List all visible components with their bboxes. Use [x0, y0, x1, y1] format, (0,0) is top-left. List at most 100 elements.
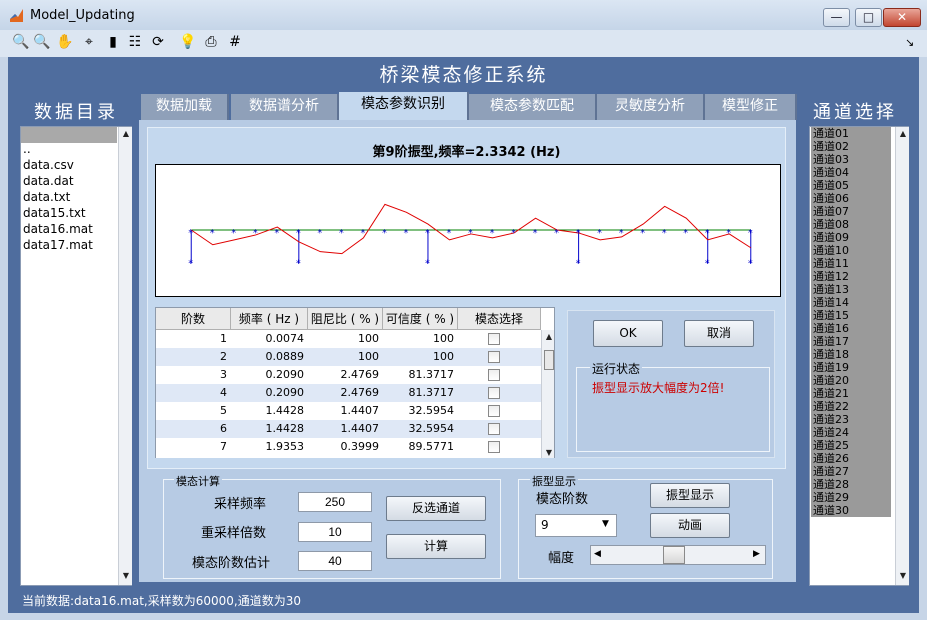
scroll-up-icon[interactable]: ▲ — [119, 129, 133, 138]
channel-list-item[interactable]: 通道17 — [811, 335, 891, 348]
file-list-item[interactable]: data.dat — [21, 173, 117, 189]
amplitude-slider[interactable]: ◀ ▶ — [590, 545, 766, 565]
pan-hand-icon[interactable]: ✋ — [55, 32, 75, 52]
channel-list-item[interactable]: 通道05 — [811, 179, 891, 192]
channel-list-item[interactable]: 通道01 — [811, 127, 891, 140]
lightbulb-icon[interactable]: 💡 — [178, 32, 198, 52]
channel-list-item[interactable]: 通道19 — [811, 361, 891, 374]
mode-select-checkbox[interactable] — [488, 351, 500, 363]
toolbar-overflow-icon[interactable]: ↘ — [905, 36, 914, 49]
mode-order-select[interactable]: 9 ▼ — [535, 514, 617, 537]
legend-icon[interactable]: ☷ — [125, 32, 145, 52]
table-row[interactable]: 7 1.9353 0.3999 89.5771 — [156, 438, 541, 456]
table-row[interactable]: 6 1.4428 1.4407 32.5954 — [156, 420, 541, 438]
channel-list[interactable]: 通道01 通道02 通道03 通道04 通道05 通道06 通道07 通道08 通道09 通道10… — [809, 126, 909, 586]
channel-list-scrollbar[interactable]: ▲ ▼ — [895, 127, 909, 585]
channel-list-item[interactable]: 通道11 — [811, 257, 891, 270]
ok-button[interactable]: OK — [593, 320, 663, 347]
maximize-button[interactable]: □ — [855, 8, 882, 27]
table-scrollbar[interactable]: ▲ ▼ — [541, 330, 554, 458]
mode-select-checkbox[interactable] — [488, 423, 500, 435]
print-icon[interactable]: ⎙ — [201, 32, 221, 52]
channel-list-item[interactable]: 通道23 — [811, 413, 891, 426]
channel-list-item[interactable]: 通道20 — [811, 374, 891, 387]
channel-list-item[interactable]: 通道21 — [811, 387, 891, 400]
channel-list-item[interactable]: 通道26 — [811, 452, 891, 465]
zoom-in-icon[interactable]: 🔍 — [11, 32, 31, 52]
table-row[interactable]: 2 0.0889 100 100 — [156, 348, 541, 366]
file-list-item[interactable]: data15.txt — [21, 205, 117, 221]
scroll-up-icon[interactable]: ▲ — [896, 129, 910, 138]
file-list-item[interactable]: data.csv — [21, 157, 117, 173]
amplitude-slider-thumb[interactable] — [663, 546, 685, 564]
tab-3[interactable]: 模态参数匹配 — [469, 94, 597, 120]
table-row[interactable]: 3 0.2090 2.4769 81.3717 — [156, 366, 541, 384]
sample-rate-input[interactable] — [298, 492, 372, 512]
animate-button[interactable]: 动画 — [650, 513, 730, 538]
table-row[interactable]: 5 1.4428 1.4407 32.5954 — [156, 402, 541, 420]
channel-list-item[interactable]: 通道10 — [811, 244, 891, 257]
channel-list-item[interactable]: 通道02 — [811, 140, 891, 153]
scroll-up-icon[interactable]: ▲ — [542, 332, 554, 341]
tab-5[interactable]: 模型修正 — [705, 94, 797, 120]
channel-list-item[interactable]: 通道06 — [811, 192, 891, 205]
channel-list-item[interactable]: 通道24 — [811, 426, 891, 439]
channel-list-item[interactable]: 通道13 — [811, 283, 891, 296]
grid-icon[interactable]: # — [225, 32, 245, 52]
data-cursor-icon[interactable]: ⌖ — [79, 32, 99, 52]
channel-list-item[interactable]: 通道22 — [811, 400, 891, 413]
channel-list-item[interactable]: 通道30 — [811, 504, 891, 517]
channel-list-item[interactable]: 通道14 — [811, 296, 891, 309]
mode-select-checkbox[interactable] — [488, 333, 500, 345]
resample-input[interactable] — [298, 522, 372, 542]
zoom-out-icon[interactable]: 🔍 — [32, 32, 52, 52]
modal-table[interactable]: 阶数 频率 ( Hz ) 阻尼比 ( % ) 可信度 ( % ) 模态选择 1 0.007… — [155, 307, 555, 459]
tab-1[interactable]: 数据谱分析 — [231, 94, 339, 120]
order-estimate-input[interactable] — [298, 551, 372, 571]
mode-select-checkbox[interactable] — [488, 369, 500, 381]
file-list-item[interactable]: .. — [21, 141, 117, 157]
channel-list-item[interactable]: 通道15 — [811, 309, 891, 322]
scroll-down-icon[interactable]: ▼ — [896, 571, 910, 580]
tab-4[interactable]: 灵敏度分析 — [597, 94, 705, 120]
table-row[interactable]: 1 0.0074 100 100 — [156, 330, 541, 348]
channel-list-item[interactable]: 通道16 — [811, 322, 891, 335]
channel-list-item[interactable]: 通道03 — [811, 153, 891, 166]
channel-list-item[interactable]: 通道12 — [811, 270, 891, 283]
scroll-down-icon[interactable]: ▼ — [542, 448, 554, 457]
invert-channels-button[interactable]: 反选通道 — [386, 496, 486, 521]
slider-right-icon[interactable]: ▶ — [753, 549, 760, 559]
cancel-button[interactable]: 取消 — [684, 320, 754, 347]
close-button[interactable]: ✕ — [883, 8, 921, 27]
scroll-down-icon[interactable]: ▼ — [119, 571, 133, 580]
channel-list-item[interactable]: 通道04 — [811, 166, 891, 179]
file-list-item[interactable]: data.txt — [21, 189, 117, 205]
colorbar-icon[interactable]: ▮ — [103, 32, 123, 52]
channel-list-item[interactable]: 通道07 — [811, 205, 891, 218]
compute-button[interactable]: 计算 — [386, 534, 486, 559]
channel-list-item[interactable]: 通道27 — [811, 465, 891, 478]
tab-2[interactable]: 模态参数识别 — [339, 92, 469, 122]
slider-left-icon[interactable]: ◀ — [594, 549, 601, 559]
channel-list-item[interactable]: 通道25 — [811, 439, 891, 452]
tab-0[interactable]: 数据加载 — [141, 94, 229, 120]
mode-select-checkbox[interactable] — [488, 405, 500, 417]
channel-list-item[interactable]: 通道28 — [811, 478, 891, 491]
rotate-3d-icon[interactable]: ⟳ — [148, 32, 168, 52]
mode-shape-plot[interactable]: * * * * * * * * * * * * * * * * * * * * * * * * * * * * * * * * * — [155, 164, 781, 297]
minimize-button[interactable]: — — [823, 8, 850, 27]
mode-select-checkbox[interactable] — [488, 441, 500, 453]
channel-list-item[interactable]: 通道09 — [811, 231, 891, 244]
table-row[interactable]: 4 0.2090 2.4769 81.3717 — [156, 384, 541, 402]
file-list-item[interactable]: data17.mat — [21, 237, 117, 253]
show-mode-button[interactable]: 振型显示 — [650, 483, 730, 508]
mode-select-checkbox[interactable] — [488, 387, 500, 399]
channel-list-item[interactable]: 通道29 — [811, 491, 891, 504]
file-list-item[interactable]: data16.mat — [21, 221, 117, 237]
file-list-scrollbar[interactable]: ▲ ▼ — [118, 127, 132, 585]
channel-list-item[interactable]: 通道18 — [811, 348, 891, 361]
channel-list-item[interactable]: 通道08 — [811, 218, 891, 231]
file-list[interactable]: .. data.csv data.dat data.txt data15.txt data… — [20, 126, 132, 586]
scroll-thumb[interactable] — [544, 350, 554, 370]
chevron-down-icon[interactable]: ▼ — [602, 519, 609, 529]
